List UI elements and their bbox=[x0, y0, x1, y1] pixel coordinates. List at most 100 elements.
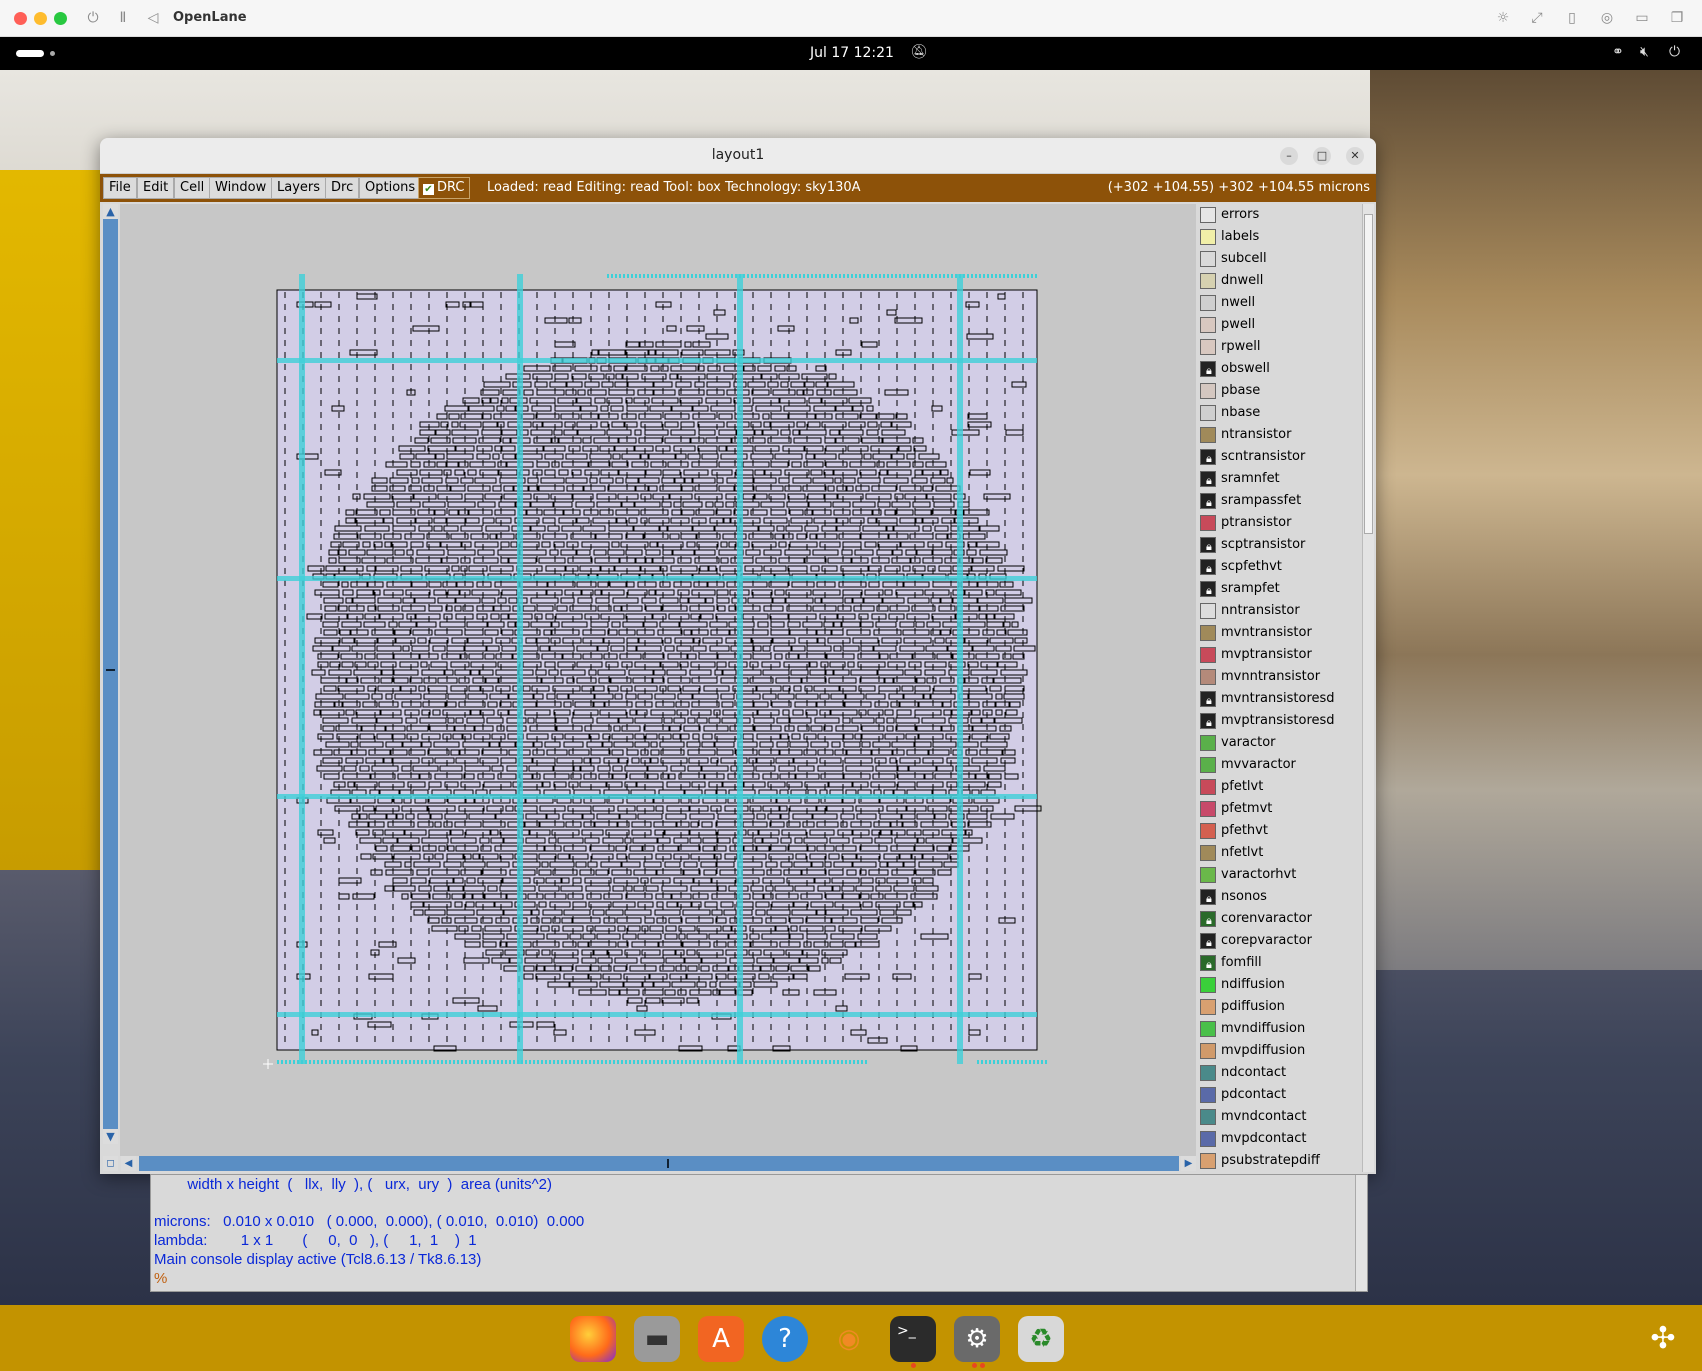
layer-swatch[interactable] bbox=[1200, 515, 1216, 531]
clock[interactable]: Jul 17 12:21 bbox=[810, 45, 894, 61]
layer-swatch[interactable] bbox=[1200, 669, 1216, 685]
zoom-traffic-light[interactable] bbox=[54, 12, 67, 25]
layer-rpwell[interactable]: rpwell bbox=[1198, 336, 1360, 358]
layer-swatch[interactable] bbox=[1200, 647, 1216, 663]
files-icon[interactable]: ▬ bbox=[634, 1316, 680, 1362]
layer-swatch[interactable] bbox=[1200, 317, 1216, 333]
scroll-left-arrow-icon[interactable]: ◀ bbox=[121, 1156, 136, 1171]
layer-sramnfet[interactable]: 🔒︎ sramnfet bbox=[1198, 468, 1360, 490]
menu-file[interactable]: File bbox=[103, 177, 137, 199]
maximize-button[interactable]: □ bbox=[1313, 147, 1331, 165]
layer-dnwell[interactable]: dnwell bbox=[1198, 270, 1360, 292]
console-scrollbar[interactable] bbox=[1355, 1175, 1367, 1291]
notifications-muted-icon[interactable]: 🔕︎ bbox=[910, 44, 928, 60]
layer-mvpdcontact[interactable]: mvpdcontact bbox=[1198, 1128, 1360, 1150]
trash-icon[interactable]: ♻ bbox=[1018, 1316, 1064, 1362]
menu-window[interactable]: Window bbox=[209, 177, 273, 199]
layer-obswell[interactable]: 🔒︎ obswell bbox=[1198, 358, 1360, 380]
zoom-box-icon[interactable]: ◻ bbox=[103, 1156, 118, 1171]
drc-checkbox-icon[interactable]: ✔ bbox=[423, 184, 434, 195]
layer-swatch[interactable] bbox=[1200, 779, 1216, 795]
layer-ntransistor[interactable]: ntransistor bbox=[1198, 424, 1360, 446]
layer-swatch[interactable] bbox=[1200, 207, 1216, 223]
layer-pfetlvt[interactable]: pfetlvt bbox=[1198, 776, 1360, 798]
minimize-button[interactable]: – bbox=[1280, 147, 1298, 165]
layout-drawing[interactable] bbox=[120, 204, 1196, 1156]
console-prompt[interactable]: % bbox=[154, 1270, 167, 1287]
layer-srampassfet[interactable]: 🔒︎ srampassfet bbox=[1198, 490, 1360, 512]
volume-muted-icon[interactable]: 🔇︎ bbox=[1640, 44, 1649, 60]
layer-psubstratepdiff[interactable]: psubstratepdiff bbox=[1198, 1150, 1360, 1172]
layer-swatch[interactable] bbox=[1200, 603, 1216, 619]
lock-icon[interactable]: 🔒︎ bbox=[1200, 471, 1216, 487]
layer-swatch[interactable] bbox=[1200, 999, 1216, 1015]
layer-srampfet[interactable]: 🔒︎ srampfet bbox=[1198, 578, 1360, 600]
network-icon[interactable]: ⚭ bbox=[1612, 44, 1624, 60]
usb-icon[interactable]: ▯ bbox=[1563, 9, 1581, 27]
layer-swatch[interactable] bbox=[1200, 1043, 1216, 1059]
layer-mvndiffusion[interactable]: mvndiffusion bbox=[1198, 1018, 1360, 1040]
layer-nwell[interactable]: nwell bbox=[1198, 292, 1360, 314]
pause-icon[interactable]: Ⅱ bbox=[114, 9, 132, 27]
layer-corepvaractor[interactable]: 🔒︎ corepvaractor bbox=[1198, 930, 1360, 952]
layer-palette-scrollbar[interactable] bbox=[1362, 204, 1374, 1172]
show-apps-icon[interactable]: ✣ bbox=[1640, 1316, 1686, 1362]
lock-icon[interactable]: 🔒︎ bbox=[1200, 933, 1216, 949]
firefox-icon[interactable] bbox=[570, 1316, 616, 1362]
layer-scroll-thumb[interactable] bbox=[1364, 214, 1373, 534]
layer-swatch[interactable] bbox=[1200, 625, 1216, 641]
layer-pbase[interactable]: pbase bbox=[1198, 380, 1360, 402]
horizontal-scrollbar[interactable]: ◻ ◀ ▶ bbox=[103, 1156, 1196, 1171]
layer-scpfethvt[interactable]: 🔒︎ scpfethvt bbox=[1198, 556, 1360, 578]
power-menu-icon[interactable]: ⏻ bbox=[1669, 44, 1680, 60]
vertical-scrollbar[interactable]: ▲ ▼ bbox=[103, 204, 118, 1144]
lock-icon[interactable]: 🔒︎ bbox=[1200, 691, 1216, 707]
layer-nbase[interactable]: nbase bbox=[1198, 402, 1360, 424]
layer-mvpdiffusion[interactable]: mvpdiffusion bbox=[1198, 1040, 1360, 1062]
folder-icon[interactable]: ▭ bbox=[1633, 9, 1651, 27]
layer-swatch[interactable] bbox=[1200, 383, 1216, 399]
layer-mvptransistoresd[interactable]: 🔒︎ mvptransistoresd bbox=[1198, 710, 1360, 732]
layer-swatch[interactable] bbox=[1200, 977, 1216, 993]
layer-swatch[interactable] bbox=[1200, 1109, 1216, 1125]
layer-swatch[interactable] bbox=[1200, 1087, 1216, 1103]
layer-ndiffusion[interactable]: ndiffusion bbox=[1198, 974, 1360, 996]
lock-icon[interactable]: 🔒︎ bbox=[1200, 493, 1216, 509]
layer-swatch[interactable] bbox=[1200, 405, 1216, 421]
layer-pwell[interactable]: pwell bbox=[1198, 314, 1360, 336]
layer-swatch[interactable] bbox=[1200, 427, 1216, 443]
minimize-traffic-light[interactable] bbox=[34, 12, 47, 25]
lock-icon[interactable]: 🔒︎ bbox=[1200, 559, 1216, 575]
layer-mvntransistor[interactable]: mvntransistor bbox=[1198, 622, 1360, 644]
lock-icon[interactable]: 🔒︎ bbox=[1200, 889, 1216, 905]
menu-layers[interactable]: Layers bbox=[271, 177, 327, 199]
layer-swatch[interactable] bbox=[1200, 273, 1216, 289]
layer-mvptransistor[interactable]: mvptransistor bbox=[1198, 644, 1360, 666]
layer-nsonos[interactable]: 🔒︎ nsonos bbox=[1198, 886, 1360, 908]
layer-swatch[interactable] bbox=[1200, 845, 1216, 861]
lock-icon[interactable]: 🔒︎ bbox=[1200, 361, 1216, 377]
layer-mvntransistoresd[interactable]: 🔒︎ mvntransistoresd bbox=[1198, 688, 1360, 710]
camera-icon[interactable]: ◎ bbox=[1598, 9, 1616, 27]
layer-swatch[interactable] bbox=[1200, 251, 1216, 267]
layer-fomfill[interactable]: 🔒︎ fomfill bbox=[1198, 952, 1360, 974]
layer-swatch[interactable] bbox=[1200, 1153, 1216, 1169]
layer-pfethvt[interactable]: pfethvt bbox=[1198, 820, 1360, 842]
tcl-console[interactable]: width x height ( llx, lly ), ( urx, ury … bbox=[150, 1174, 1368, 1292]
lock-icon[interactable]: 🔒︎ bbox=[1200, 449, 1216, 465]
terminal-icon[interactable]: >_ bbox=[890, 1316, 936, 1362]
layer-swatch[interactable] bbox=[1200, 1065, 1216, 1081]
layer-pfetmvt[interactable]: pfetmvt bbox=[1198, 798, 1360, 820]
layer-subcell[interactable]: subcell bbox=[1198, 248, 1360, 270]
activities-indicator[interactable] bbox=[16, 50, 44, 57]
lock-icon[interactable]: 🔒︎ bbox=[1200, 537, 1216, 553]
power-icon[interactable]: ⏻ bbox=[84, 9, 102, 27]
layer-corenvaractor[interactable]: 🔒︎ corenvaractor bbox=[1198, 908, 1360, 930]
layer-swatch[interactable] bbox=[1200, 823, 1216, 839]
layer-pdiffusion[interactable]: pdiffusion bbox=[1198, 996, 1360, 1018]
layer-nntransistor[interactable]: nntransistor bbox=[1198, 600, 1360, 622]
scroll-up-arrow-icon[interactable]: ▲ bbox=[103, 204, 118, 219]
layer-nfetlvt[interactable]: nfetlvt bbox=[1198, 842, 1360, 864]
blender-icon[interactable]: ◉ bbox=[826, 1316, 872, 1362]
resize-icon[interactable]: ⤢ bbox=[1528, 9, 1546, 27]
